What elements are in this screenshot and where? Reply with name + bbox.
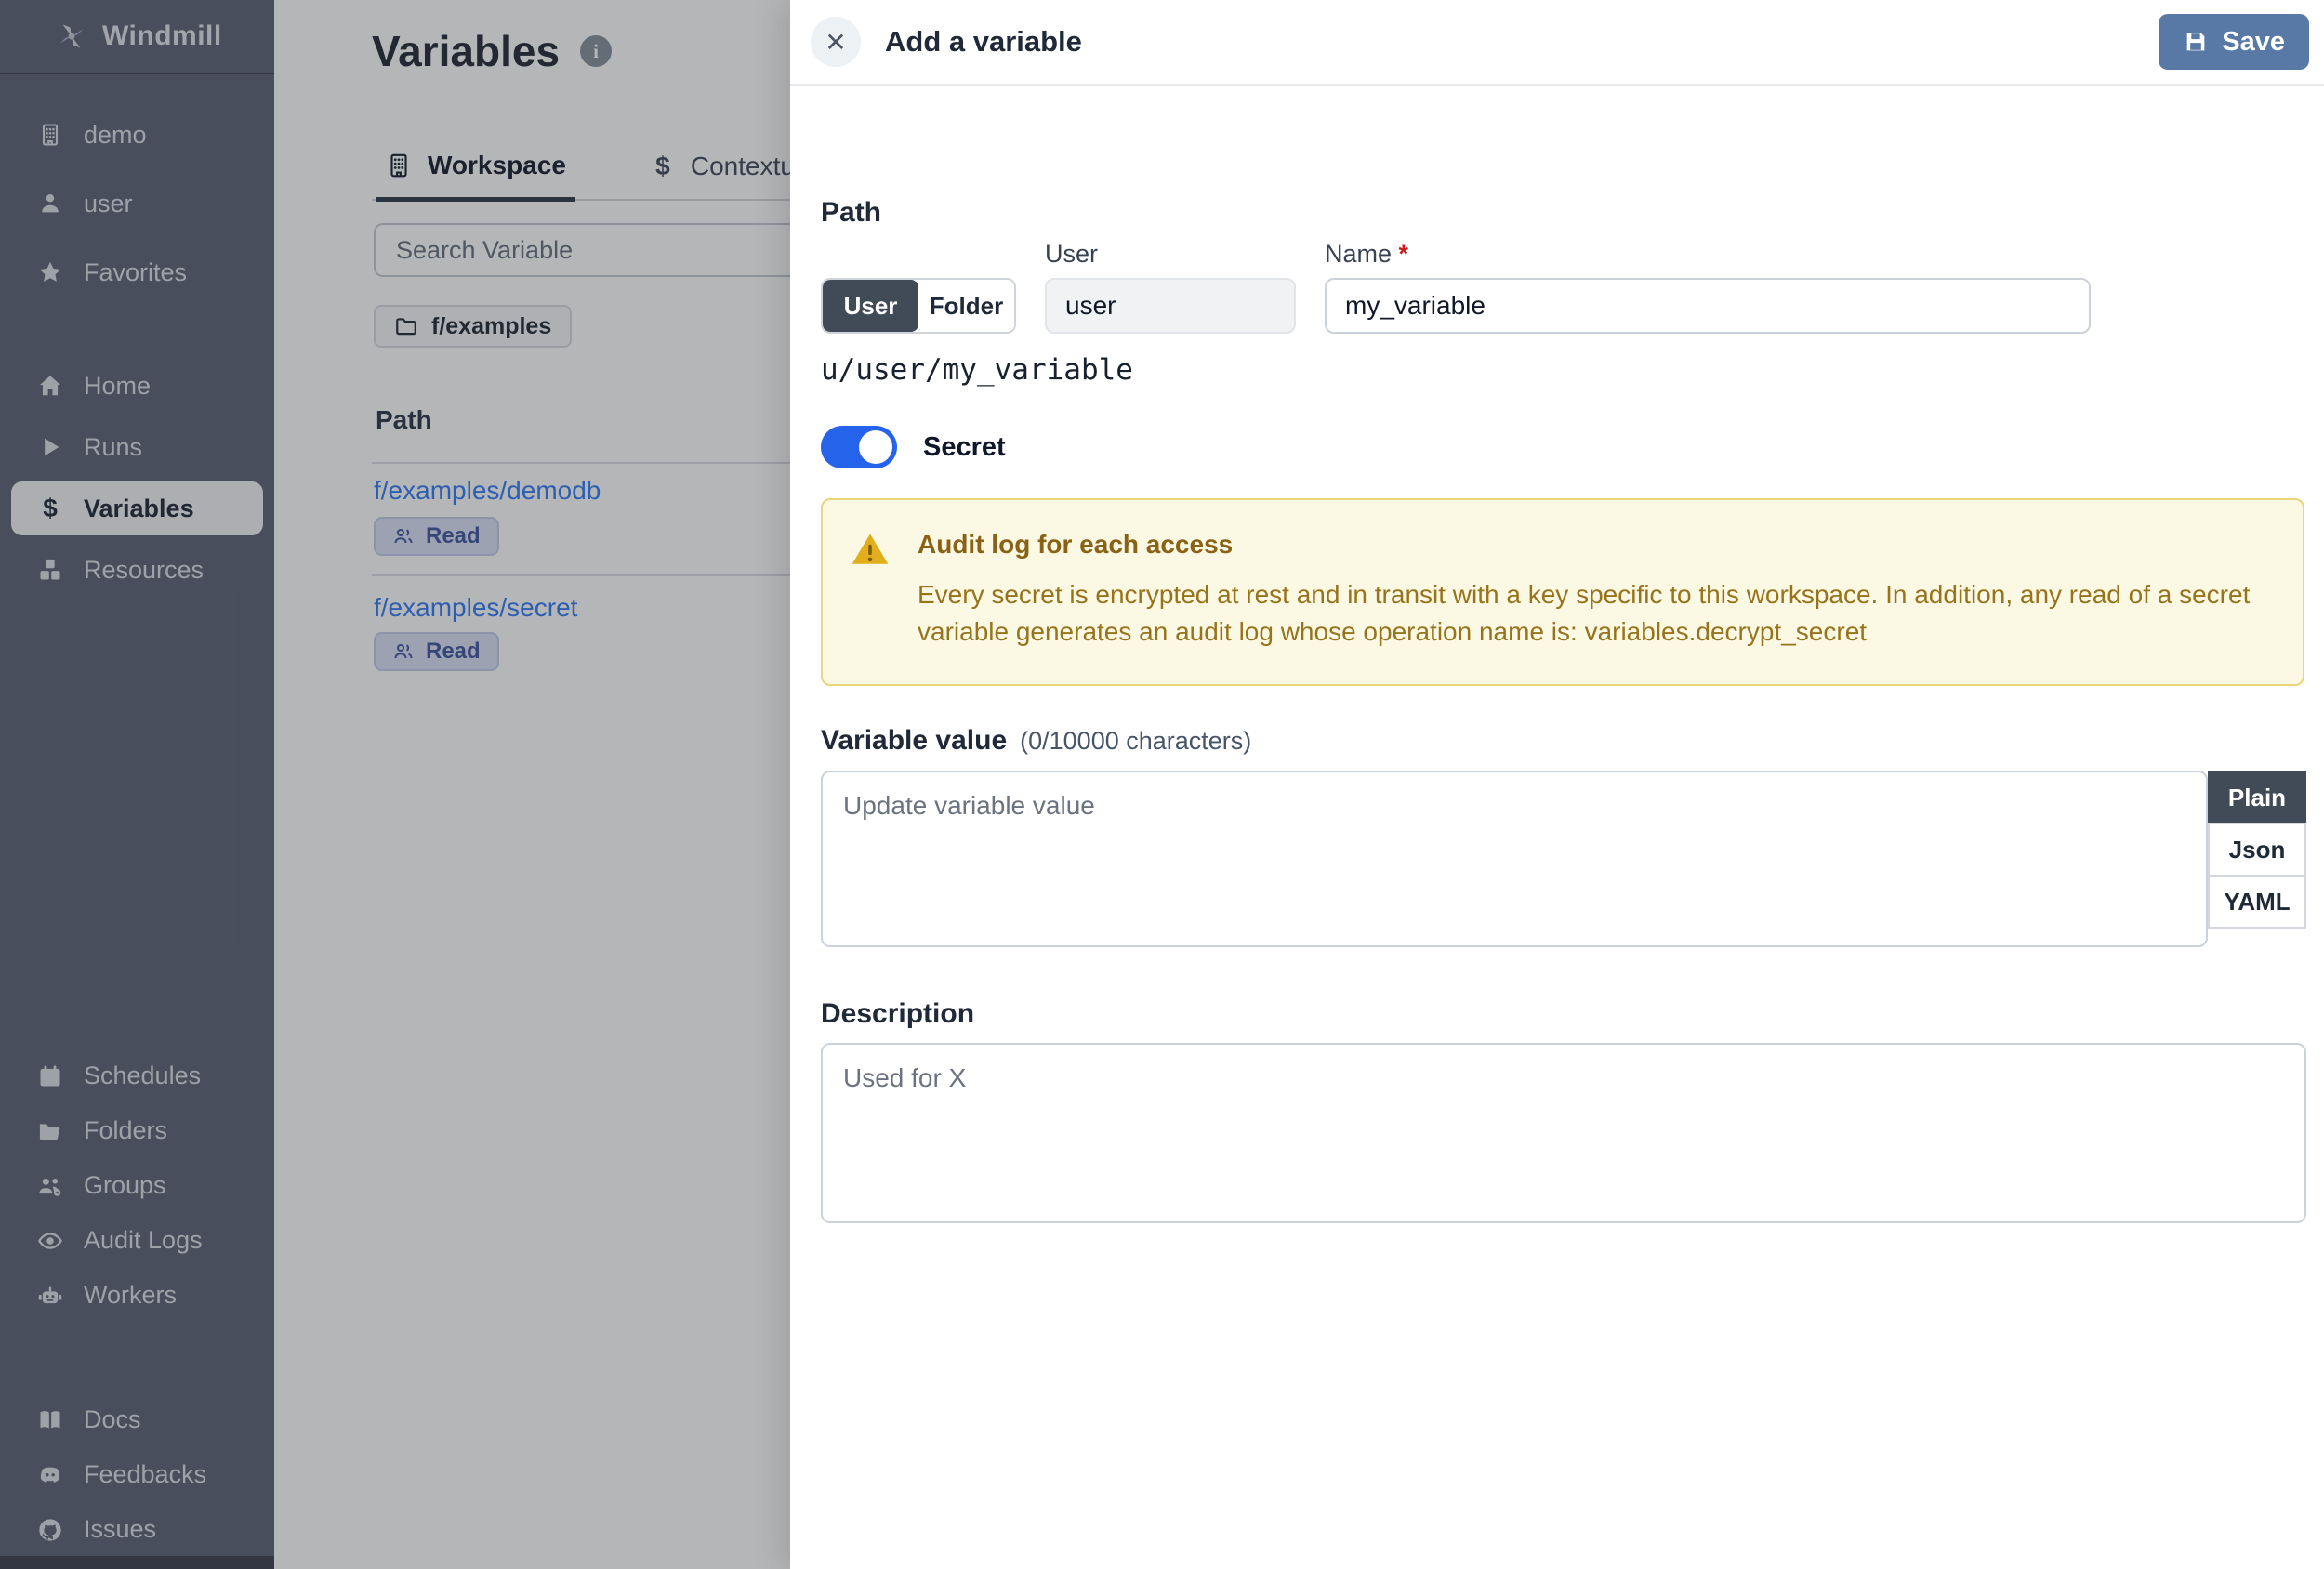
secret-row: Secret xyxy=(821,426,1006,468)
format-tab-yaml[interactable]: YAML xyxy=(2208,875,2306,929)
path-section-heading: Path xyxy=(821,197,882,228)
name-field: Name * xyxy=(1325,240,2091,334)
owner-kind-folder-option[interactable]: Folder xyxy=(918,280,1014,332)
secret-toggle-label: Secret xyxy=(923,431,1006,462)
variable-value-textarea[interactable] xyxy=(821,771,2208,947)
save-button-label: Save xyxy=(2222,26,2285,57)
name-label-text: Name xyxy=(1325,240,1393,268)
variable-value-heading: Variable value xyxy=(821,725,1008,756)
full-path-preview: u/user/my_variable xyxy=(821,353,1133,387)
windmill-app: Windmill demo user Favorites Home Runs $… xyxy=(0,0,2324,1569)
user-input[interactable] xyxy=(1045,278,1296,334)
format-tab-json[interactable]: Json xyxy=(2208,823,2306,877)
add-variable-drawer: ✕ Add a variable Save Path User Folder U… xyxy=(790,0,2324,1569)
variable-value-editor: Plain Json YAML xyxy=(821,771,2306,947)
toggle-knob xyxy=(859,430,892,464)
character-counter: (0/10000 characters) xyxy=(1020,727,1252,755)
format-tab-plain[interactable]: Plain xyxy=(2208,771,2306,824)
close-button[interactable]: ✕ xyxy=(811,17,861,67)
close-icon: ✕ xyxy=(825,27,847,57)
drawer-body: Path User Folder User Name * xyxy=(790,86,2324,1569)
required-asterisk: * xyxy=(1398,240,1409,268)
secret-toggle[interactable] xyxy=(821,426,897,468)
save-icon xyxy=(2183,29,2209,55)
description-textarea[interactable] xyxy=(821,1043,2306,1223)
owner-kind-toggle: User Folder xyxy=(821,278,1016,334)
warning-icon xyxy=(851,530,918,576)
user-field: User xyxy=(1045,240,1296,334)
drawer-backdrop[interactable] xyxy=(0,0,790,1569)
variable-value-label-row: Variable value (0/10000 characters) xyxy=(821,725,1251,757)
user-field-label: User xyxy=(1045,240,1099,268)
drawer-header: ✕ Add a variable Save xyxy=(790,0,2324,86)
warning-title: Audit log for each access xyxy=(918,530,1234,559)
audit-log-warning: Audit log for each access Every secret i… xyxy=(821,498,2304,686)
save-button[interactable]: Save xyxy=(2159,14,2309,70)
name-input[interactable] xyxy=(1325,278,2091,334)
description-heading: Description xyxy=(821,998,975,1029)
format-tabs: Plain Json YAML xyxy=(2208,771,2306,929)
owner-kind-user-option[interactable]: User xyxy=(823,280,918,332)
path-fields-row: User Folder User Name * xyxy=(821,240,2091,334)
warning-body: Every secret is encrypted at rest and in… xyxy=(918,580,2251,646)
drawer-title: Add a variable xyxy=(885,25,1082,58)
description-editor xyxy=(821,1043,2306,1228)
name-field-label: Name * xyxy=(1325,240,2091,269)
